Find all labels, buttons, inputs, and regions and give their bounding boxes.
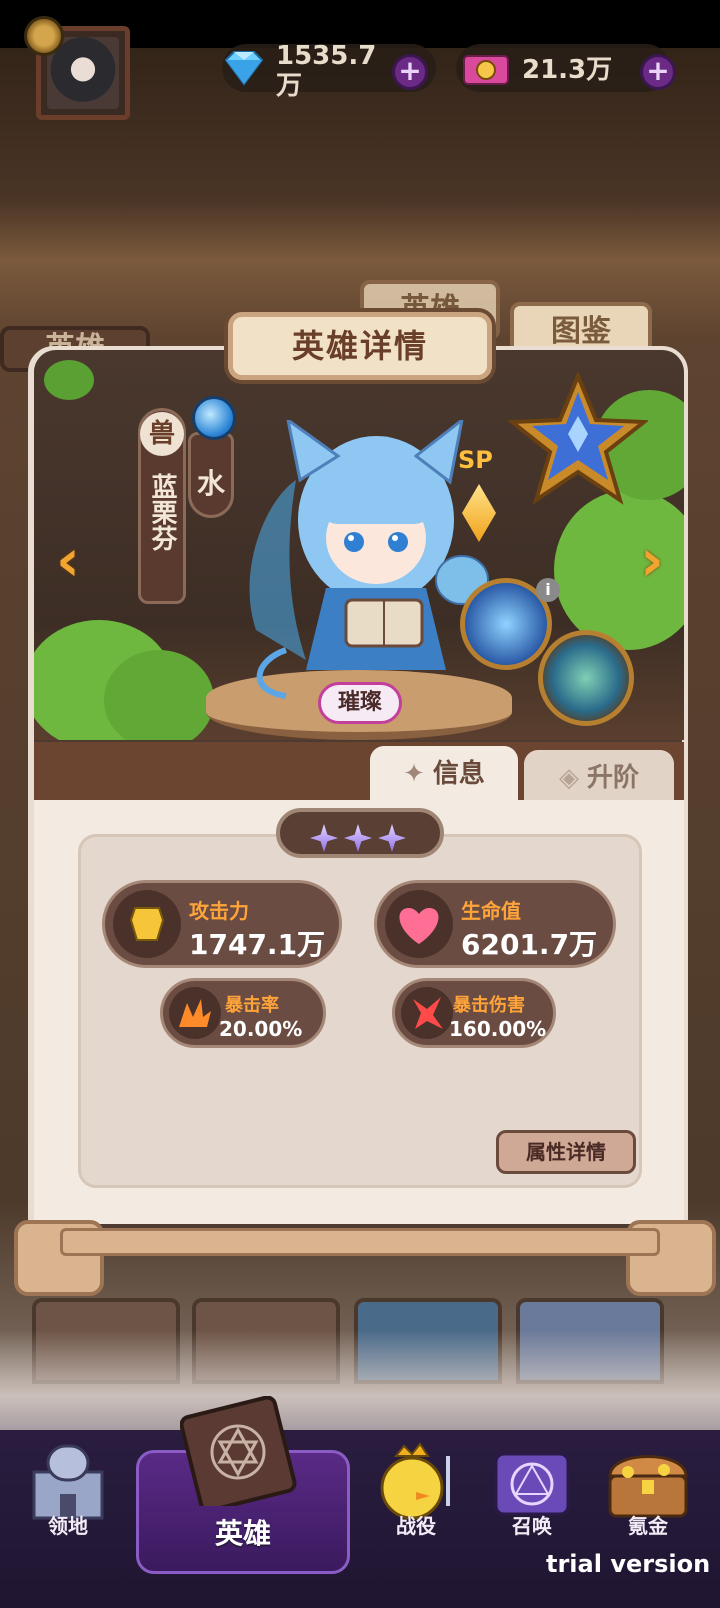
crit-damage-value: 160.00%: [449, 1017, 547, 1041]
nav-summon[interactable]: 召唤: [472, 1436, 592, 1556]
diamond-outline-icon: ◈: [558, 763, 579, 793]
hero-name: 蓝栗芬: [147, 473, 177, 551]
crit-damage-label: 暴击伤害: [453, 995, 525, 1016]
prev-hero-arrow-icon[interactable]: ‹: [48, 530, 88, 590]
sparkle-icon: ✦: [403, 759, 425, 789]
nav-shop[interactable]: 氪金: [588, 1436, 708, 1556]
attack-label: 攻击力: [189, 899, 249, 923]
crit-rate-stat: 暴击率 20.00%: [160, 978, 326, 1048]
next-hero-arrow-icon[interactable]: ›: [632, 530, 672, 590]
ticket-amount: 21.3万: [522, 55, 613, 85]
tab-info[interactable]: ✦ 信息: [370, 746, 518, 802]
star-icon: [344, 824, 372, 852]
star-level: [276, 808, 444, 858]
trial-watermark: trial version: [546, 1550, 711, 1578]
diamond-amount-line1: 1535.7: [276, 41, 377, 71]
crit-damage-stat: 暴击伤害 160.00%: [392, 978, 556, 1048]
tab-upgrade[interactable]: ◈ 升阶: [524, 750, 674, 806]
hp-value: 6201.7万: [461, 928, 598, 961]
bush-left-2: [104, 650, 214, 740]
crit-rate-value: 20.00%: [219, 1017, 303, 1041]
panel-title: 英雄详情: [228, 312, 492, 380]
nav-hero-label: 英雄: [214, 1517, 271, 1550]
tab-upgrade-label: 升阶: [586, 763, 639, 793]
nav-campaign-label: 战役: [396, 1514, 436, 1538]
attack-icon: [113, 890, 181, 958]
water-element-icon: [192, 396, 236, 440]
crit-damage-icon: [401, 987, 453, 1039]
hp-label: 生命值: [461, 899, 521, 923]
star-icon: [378, 824, 406, 852]
info-icon[interactable]: i: [536, 578, 560, 602]
add-diamonds-button[interactable]: +: [392, 54, 428, 90]
add-tickets-button[interactable]: +: [640, 54, 676, 90]
roster-fade: [0, 1330, 720, 1440]
ticket-icon: [463, 55, 509, 85]
attribute-details-button[interactable]: 属性详情: [496, 1130, 636, 1174]
diamond-amount-line2: 万: [276, 71, 303, 101]
nav-summon-label: 召唤: [512, 1514, 552, 1538]
star-rank-icon: [508, 372, 648, 505]
nav-territory-label: 领地: [48, 1514, 88, 1538]
nav-campaign[interactable]: 战役: [356, 1436, 476, 1556]
diamond-icon: [224, 51, 264, 86]
heart-icon: [385, 890, 453, 958]
sp-label: SP: [458, 446, 493, 474]
player-level-coin-icon: [24, 16, 64, 56]
crit-rate-label: 暴击率: [225, 995, 279, 1016]
faction-tag: 兽: [140, 412, 184, 456]
hp-stat: 生命值 6201.7万: [374, 880, 616, 968]
artifact-equip-slot-icon[interactable]: [538, 630, 634, 726]
leaf-top-left: [44, 360, 94, 400]
nav-territory[interactable]: 领地: [8, 1436, 128, 1556]
tab-info-label: 信息: [432, 759, 485, 789]
crit-rate-icon: [169, 987, 221, 1039]
rarity-badge: 璀璨: [318, 682, 402, 724]
spellbook-icon: [180, 1396, 297, 1506]
nav-shop-label: 氪金: [628, 1514, 668, 1538]
attack-stat: 攻击力 1747.1万: [102, 880, 342, 968]
attack-value: 1747.1万: [189, 928, 326, 961]
star-icon: [310, 824, 338, 852]
element-label: 水: [196, 467, 225, 500]
scroll-rod: [60, 1228, 660, 1256]
